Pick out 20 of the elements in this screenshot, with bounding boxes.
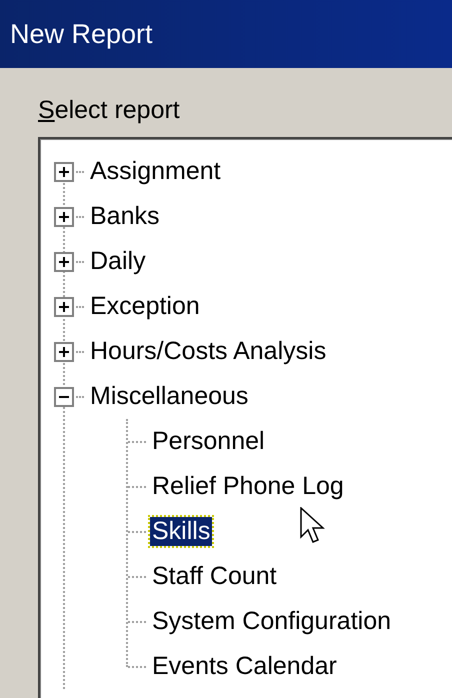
tree-item[interactable]: Relief Phone Log bbox=[150, 472, 346, 501]
minus-icon[interactable] bbox=[54, 386, 74, 406]
plus-icon[interactable] bbox=[54, 206, 74, 226]
tree-item[interactable]: Exception bbox=[88, 292, 202, 321]
window-title: New Report bbox=[10, 18, 153, 50]
tree-item[interactable]: Assignment bbox=[88, 157, 223, 186]
tree-item[interactable]: Hours/Costs Analysis bbox=[88, 337, 328, 366]
tree-item[interactable]: Miscellaneous bbox=[88, 382, 250, 411]
plus-icon[interactable] bbox=[54, 252, 74, 272]
tree-item[interactable]: Personnel bbox=[150, 427, 267, 456]
tree-item[interactable]: System Configuration bbox=[150, 607, 394, 636]
plus-icon[interactable] bbox=[54, 296, 74, 316]
tree-item[interactable]: Staff Count bbox=[150, 562, 279, 591]
plus-icon[interactable] bbox=[54, 162, 74, 182]
plus-icon[interactable] bbox=[54, 342, 74, 362]
tree-item[interactable]: Daily bbox=[88, 247, 148, 276]
tree-item[interactable]: Skills bbox=[150, 517, 212, 546]
tree-item[interactable]: Banks bbox=[88, 202, 162, 231]
tree-item[interactable]: Events Calendar bbox=[150, 652, 339, 681]
select-report-label: Select report bbox=[38, 96, 180, 125]
